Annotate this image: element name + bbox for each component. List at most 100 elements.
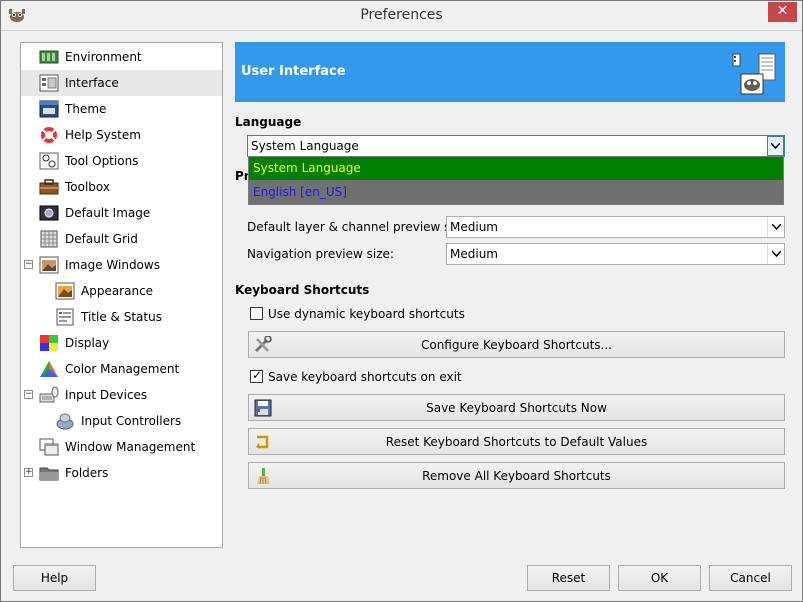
sidebar-item-label: Default Grid [65,232,138,246]
sidebar-item-theme[interactable]: Theme [21,96,222,122]
tools-icon [254,336,272,353]
sidebar-item-display[interactable]: Display [21,330,222,356]
sidebar-item-label: Help System [65,128,141,142]
sidebar-item-label: Color Management [65,362,180,376]
input-controllers-icon [56,413,74,430]
sidebar-item-label: Environment [65,50,142,64]
configure-shortcuts-button[interactable]: Configure Keyboard Shortcuts... [248,331,785,358]
color-management-icon [40,361,58,377]
layer-preview-size-label: Default layer & channel preview size: [247,220,472,234]
display-icon [40,335,58,351]
checkmark-icon: ✓ [252,368,263,382]
folders-icon [39,467,59,481]
language-option-system[interactable]: System Language [249,157,783,180]
sidebar-item-image-windows[interactable]: − Image Windows [21,252,222,278]
configure-shortcuts-label: Configure Keyboard Shortcuts... [420,337,612,352]
theme-icon [39,100,59,118]
ok-button[interactable]: OK [618,565,701,591]
sidebar-item-color-management[interactable]: Color Management [21,356,222,382]
sidebar-item-toolbox[interactable]: Toolbox [21,174,222,200]
language-option-english[interactable]: English [en_US] [249,181,783,204]
user-interface-icon [732,53,776,95]
help-button-label: Help [40,571,69,585]
chevron-down-icon[interactable] [767,244,784,264]
expand-expander-icon[interactable]: + [24,468,33,477]
remove-all-shortcuts-button[interactable]: Remove All Keyboard Shortcuts [248,462,785,489]
floppy-disk-icon [254,399,272,417]
interface-icon [39,74,59,92]
sidebar-item-default-grid[interactable]: Default Grid [21,226,222,252]
default-grid-icon [40,230,58,248]
page-title: User Interface [241,64,346,79]
sidebar-item-label: Window Management [65,440,196,454]
sidebar-item-appearance[interactable]: Appearance [21,278,222,304]
sidebar-item-interface[interactable]: Interface [21,70,222,96]
ok-button-label: OK [650,571,669,585]
sidebar-item-window-management[interactable]: Window Management [21,434,222,460]
sidebar-item-label: Interface [65,76,119,90]
sidebar-item-label: Default Image [65,206,151,220]
image-windows-icon [39,256,59,274]
help-system-icon [41,127,57,143]
help-button[interactable]: Help [13,565,96,591]
sidebar-item-tool-options[interactable]: Tool Options [21,148,222,174]
page-header-banner: User Interface [235,42,785,102]
navigation-preview-size-select[interactable]: Medium [446,243,785,265]
broom-icon [257,468,270,485]
save-shortcuts-now-button[interactable]: Save Keyboard Shortcuts Now [248,394,785,421]
close-button[interactable]: ✕ [768,2,797,22]
layer-preview-size-select[interactable]: Medium [446,216,785,238]
toolbox-icon [39,179,59,195]
sidebar-item-label: Input Devices [65,388,148,402]
save-on-exit-label[interactable]: Save keyboard shortcuts on exit [268,370,462,384]
default-image-icon [39,205,59,221]
title-bar[interactable]: Preferences ✕ [1,1,802,31]
reset-shortcuts-button[interactable]: Reset Keyboard Shortcuts to Default Valu… [248,428,785,455]
appearance-icon [55,282,75,300]
sidebar-item-input-devices[interactable]: − Input Devices [21,382,222,408]
language-dropdown-list[interactable]: System Language English [en_US] [248,156,784,205]
sidebar-item-label: Theme [65,102,107,116]
save-shortcuts-now-label: Save Keyboard Shortcuts Now [426,400,607,415]
window-management-icon [39,438,59,456]
sidebar-item-label: Image Windows [65,258,160,272]
sidebar-item-label: Folders [65,466,109,480]
sidebar-item-label: Title & Status [81,310,162,324]
sidebar-item-environment[interactable]: Environment [21,44,222,70]
dynamic-shortcuts-label[interactable]: Use dynamic keyboard shortcuts [268,307,465,321]
tool-options-icon [39,152,59,170]
sidebar-item-input-controllers[interactable]: Input Controllers [21,408,222,434]
sidebar-item-label: Appearance [81,284,154,298]
category-tree[interactable]: Environment Interface Theme Help System … [20,42,223,548]
environment-icon [39,50,59,64]
dynamic-shortcuts-checkbox[interactable] [250,307,263,320]
language-section-label: Language [235,115,302,129]
sidebar-item-label: Display [65,336,110,350]
cancel-button[interactable]: Cancel [709,565,792,591]
language-select[interactable]: System Language [247,135,785,157]
sidebar-item-label: Input Controllers [81,414,182,428]
chevron-down-icon[interactable] [767,136,784,156]
sidebar-item-folders[interactable]: + Folders [21,460,222,486]
reset-button[interactable]: Reset [527,565,610,591]
language-select-value: System Language [251,139,359,153]
sidebar-item-label: Toolbox [65,180,110,194]
remove-all-shortcuts-label: Remove All Keyboard Shortcuts [422,468,611,483]
preferences-window: Preferences ✕ Environment Interface Them… [0,0,803,602]
collapse-expander-icon[interactable]: − [24,390,33,399]
collapse-expander-icon[interactable]: − [24,260,33,269]
reset-shortcuts-label: Reset Keyboard Shortcuts to Default Valu… [385,434,648,449]
sidebar-item-default-image[interactable]: Default Image [21,200,222,226]
sidebar-item-help-system[interactable]: Help System [21,122,222,148]
input-devices-icon [39,386,59,403]
sidebar-item-title-status[interactable]: Title & Status [21,304,222,330]
keyboard-shortcuts-section-label: Keyboard Shortcuts [235,283,370,297]
chevron-down-icon[interactable] [767,217,784,237]
reset-icon [256,435,269,449]
layer-preview-size-value: Medium [450,220,498,234]
sidebar-item-label: Tool Options [65,154,139,168]
window-title: Preferences [360,7,443,23]
save-on-exit-checkbox[interactable]: ✓ [250,368,263,383]
title-status-icon [56,308,74,326]
cancel-button-label: Cancel [730,571,771,585]
